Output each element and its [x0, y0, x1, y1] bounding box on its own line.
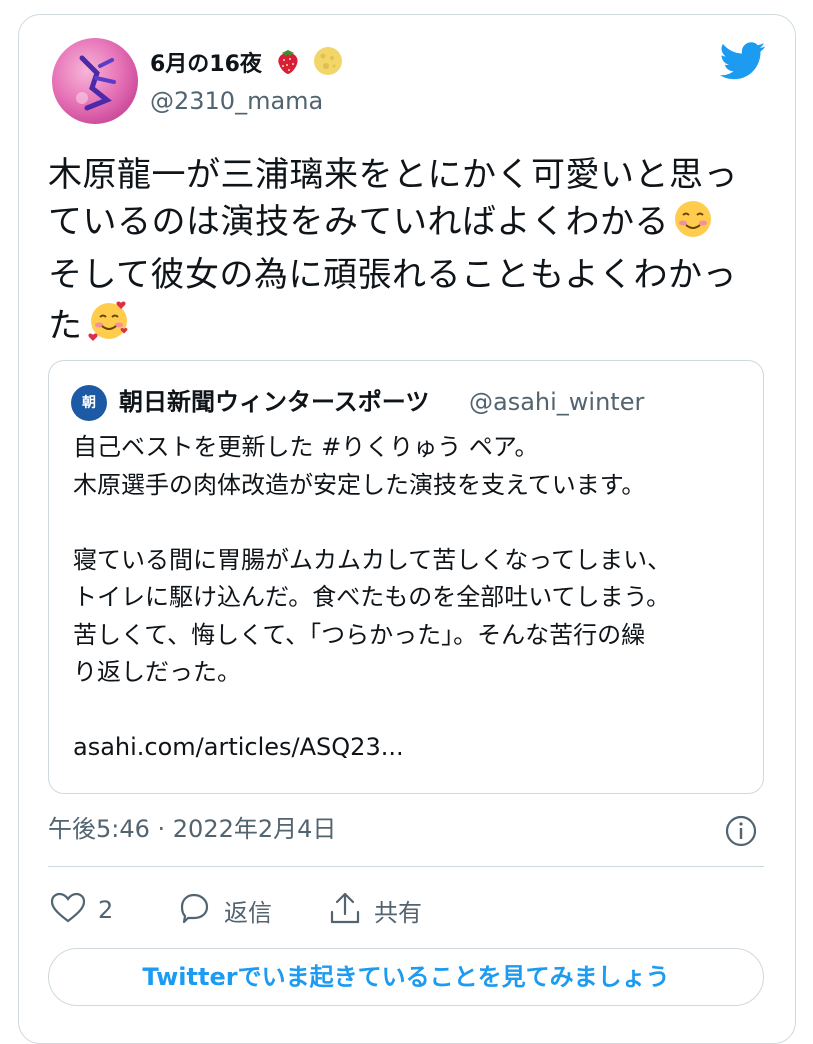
share-label: 共有 [374, 898, 422, 927]
reply-icon [176, 891, 212, 929]
quoted-text: 自己ベストを更新した #りくりゅう ペア。 木原選手の肉体改造が安定した演技を支… [73, 429, 753, 767]
divider [48, 866, 764, 867]
quoted-line: トイレに駆け込んだ。食べたものを全部吐いてしまう。 [73, 583, 671, 611]
avatar[interactable] [52, 38, 138, 124]
like-count: 2 [98, 896, 114, 924]
like-button[interactable]: 2 [50, 890, 113, 930]
user-handle[interactable]: @2310_mama [150, 86, 323, 116]
quoted-line: り返しだった。 [73, 658, 241, 686]
quoted-line: 木原選手の肉体改造が安定した演技を支えています。 [73, 470, 646, 499]
quoted-line [73, 692, 753, 730]
tweet-line: た [48, 306, 83, 346]
quoted-line [73, 504, 753, 542]
display-name[interactable]: 6月の16夜 [150, 46, 343, 84]
full-moon-icon [313, 46, 343, 84]
tweet-line: ているのは演技をみていればよくわかる [48, 202, 669, 242]
explore-twitter-button[interactable]: Twitterでいま起きていることを見てみましょう [48, 948, 764, 1006]
info-icon[interactable] [724, 814, 758, 848]
quoted-display-name[interactable]: 朝日新聞ウィンタースポーツ [119, 387, 429, 417]
twitter-logo-icon[interactable] [719, 42, 766, 80]
heart-icon [50, 892, 86, 928]
smiling-face-with-hearts-icon [87, 299, 131, 356]
reply-label: 返信 [224, 898, 272, 927]
share-button[interactable]: 共有 [328, 890, 422, 930]
quoted-line: 寝ている間に胃腸がムカムカして苦しくなってしまい、 [73, 545, 672, 574]
quoted-tweet[interactable]: 朝 朝日新聞ウィンタースポーツ @asahi_winter 自己ベストを更新した… [48, 360, 764, 794]
quoted-avatar[interactable]: 朝 [71, 385, 107, 421]
tweet-line: そして彼女の為に頑張れることもよくわかっ [48, 255, 737, 295]
display-name-text: 6月の16夜 [150, 52, 262, 77]
tweet-line-with-emoji: ているのは演技をみていればよくわかる [48, 199, 778, 252]
strawberry-icon [274, 47, 302, 83]
share-icon [328, 890, 362, 930]
tweet-text: 木原龍一が三浦璃来をとにかく可愛いと思っ ているのは演技をみていればよくわかる … [48, 152, 778, 356]
quoted-line: 自己ベストを更新した #りくりゅう ペア。 [73, 433, 539, 461]
smiling-face-icon [673, 199, 713, 252]
reply-button[interactable]: 返信 [176, 890, 272, 930]
quoted-handle[interactable]: @asahi_winter [469, 387, 644, 417]
quoted-line: 苦しくて、悔しくて、「つらかった」。そんな苦行の繰 [73, 620, 646, 649]
timestamp[interactable]: 午後5:46 · 2022年2月4日 [48, 814, 336, 844]
tweet-line: 木原龍一が三浦璃来をとにかく可愛いと思っ [48, 155, 738, 195]
quoted-link[interactable]: asahi.com/articles/ASQ23... [73, 729, 753, 767]
tweet-line-with-emoji: た [48, 299, 778, 356]
